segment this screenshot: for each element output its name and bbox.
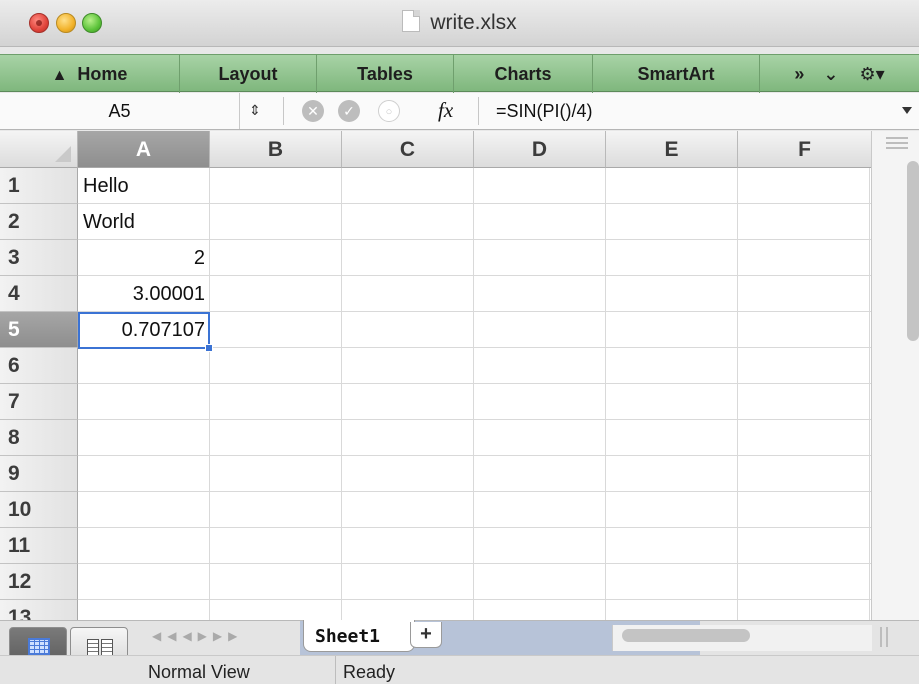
divider [335, 656, 336, 684]
row-header-8[interactable]: 8 [0, 420, 78, 456]
row-header-6[interactable]: 6 [0, 348, 78, 384]
row-header-4[interactable]: 4 [0, 276, 78, 312]
ribbon-overflow-controls: » ⌄ ⚙▾ [760, 55, 919, 93]
gridline [605, 168, 606, 620]
window-title: write.xlsx [430, 11, 517, 34]
row-header-10[interactable]: 10 [0, 492, 78, 528]
insert-function-icon[interactable]: fx [438, 98, 453, 123]
tab-smartart-label: SmartArt [637, 64, 715, 84]
fill-handle[interactable] [205, 344, 213, 352]
home-icon: ▲ [51, 67, 68, 84]
horizontal-split-handle-icon[interactable] [880, 627, 888, 647]
tab-tables[interactable]: Tables [317, 55, 454, 93]
active-cell-outline [78, 312, 210, 349]
gridline [737, 168, 738, 620]
cell-a3[interactable]: 2 [78, 240, 210, 276]
excel-window: write.xlsx ▲ Home Layout Tables Charts Sm… [0, 0, 919, 684]
column-header-d[interactable]: D [474, 131, 606, 168]
formula-bar: A5 ⇕ ✕ ✓ ○ fx =SIN(PI()/4) [0, 93, 919, 130]
gridline [78, 599, 871, 600]
gridline [473, 168, 474, 620]
cell-a1[interactable]: Hello [78, 168, 210, 204]
gridline [78, 455, 871, 456]
tab-home[interactable]: ▲ Home [0, 55, 180, 93]
row-header-11[interactable]: 11 [0, 528, 78, 564]
name-box[interactable]: A5 [0, 93, 240, 129]
cancel-edit-icon[interactable]: ✕ [302, 100, 324, 122]
tab-smartart[interactable]: SmartArt [593, 55, 760, 93]
row-header-13[interactable]: 13 [0, 600, 78, 620]
tab-charts[interactable]: Charts [454, 55, 593, 93]
confirm-edit-icon[interactable]: ✓ [338, 100, 360, 122]
vertical-scroll-thumb[interactable] [907, 161, 919, 341]
worksheet-grid[interactable]: A B C D E F 1 2 3 4 5 6 7 8 9 10 11 12 1… [0, 131, 871, 620]
chevron-down-icon[interactable]: ⌄ [823, 64, 838, 84]
chevron-double-right-icon[interactable]: » [794, 64, 804, 84]
ribbon-tab-bar: ▲ Home Layout Tables Charts SmartArt » ⌄ … [0, 54, 919, 93]
row-header-12[interactable]: 12 [0, 564, 78, 600]
status-bar: Normal View Ready [0, 655, 919, 684]
gear-icon[interactable]: ⚙▾ [859, 64, 884, 84]
gridline [78, 383, 871, 384]
gridline [78, 419, 871, 420]
column-header-e[interactable]: E [606, 131, 738, 168]
divider [478, 97, 479, 125]
select-all-corner[interactable] [0, 131, 78, 168]
row-header-1[interactable]: 1 [0, 168, 78, 204]
formula-expand-icon[interactable] [902, 107, 912, 114]
title-bar: write.xlsx [0, 0, 919, 47]
row-header-5[interactable]: 5 [0, 312, 78, 348]
tab-layout[interactable]: Layout [180, 55, 317, 93]
cell-a4[interactable]: 3.00001 [78, 276, 210, 312]
horizontal-scroll-thumb[interactable] [622, 629, 750, 642]
formula-input[interactable]: =SIN(PI()/4) [496, 93, 593, 129]
sheet-tab-strip: ◀◀◀▶▶▶ Sheet1 + [0, 620, 919, 667]
tab-charts-label: Charts [494, 64, 552, 84]
column-header-c[interactable]: C [342, 131, 474, 168]
split-handle-icon[interactable] [886, 137, 908, 149]
sheet-tab-label: Sheet1 [315, 626, 381, 647]
sheet-navigation-arrows-icon[interactable]: ◀◀◀▶▶▶ [152, 629, 243, 643]
row-header-2[interactable]: 2 [0, 204, 78, 240]
gridline [78, 563, 871, 564]
vertical-scrollbar[interactable] [871, 131, 919, 620]
status-ready: Ready [343, 662, 396, 682]
gridline [341, 168, 342, 620]
column-header-f[interactable]: F [738, 131, 871, 168]
window-title-group: write.xlsx [0, 10, 919, 35]
row-header-9[interactable]: 9 [0, 456, 78, 492]
tab-layout-label: Layout [218, 64, 278, 84]
formula-builder-icon[interactable]: ○ [378, 100, 400, 122]
divider [283, 97, 284, 125]
status-view-mode: Normal View [148, 662, 250, 682]
tab-home-label: Home [77, 64, 128, 84]
gridline [78, 491, 871, 492]
cell-a2[interactable]: World [78, 204, 210, 240]
normal-view-icon [28, 638, 50, 655]
add-sheet-button[interactable]: + [410, 622, 442, 648]
page-layout-icon [87, 639, 113, 656]
column-header-b[interactable]: B [210, 131, 342, 168]
column-header-a[interactable]: A [78, 131, 210, 168]
row-header-7[interactable]: 7 [0, 384, 78, 420]
gridline [78, 527, 871, 528]
gridline [869, 168, 870, 620]
tab-tables-label: Tables [357, 64, 413, 84]
row-header-3[interactable]: 3 [0, 240, 78, 276]
name-box-stepper-icon[interactable]: ⇕ [243, 100, 267, 122]
document-icon [402, 10, 421, 32]
